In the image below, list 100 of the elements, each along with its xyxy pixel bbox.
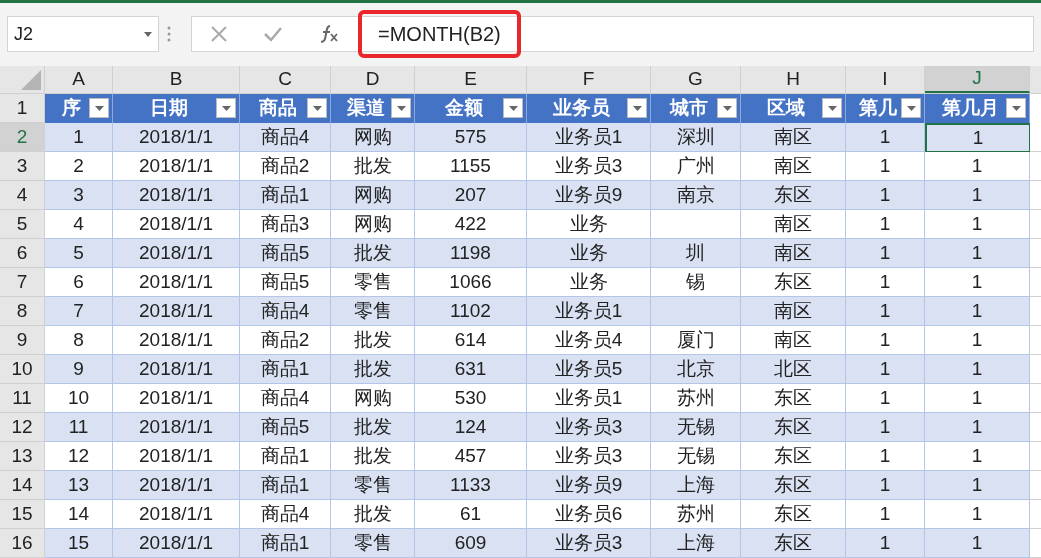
header-label: 区域 <box>767 96 806 121</box>
column-header[interactable]: C <box>240 66 331 93</box>
filter-button[interactable] <box>717 98 737 118</box>
column-header[interactable]: B <box>113 66 240 93</box>
table-cell: 1 <box>846 355 925 384</box>
row-header[interactable]: 16 <box>0 529 45 558</box>
table-cell: 10 <box>45 384 113 413</box>
table-cell: 1 <box>846 152 925 181</box>
table-cell: 124 <box>415 413 527 442</box>
table-cell: 1 <box>925 326 1030 355</box>
table-cell: 207 <box>415 181 527 210</box>
table-cell: 商品1 <box>240 529 331 558</box>
header-label: 渠道 <box>346 96 386 121</box>
row-header[interactable]: 2 <box>0 123 45 152</box>
check-icon[interactable] <box>263 26 283 43</box>
table-cell: 1 <box>45 123 113 152</box>
table-cell: 南区 <box>741 152 846 181</box>
table-cell: 8 <box>45 326 113 355</box>
column-header[interactable]: F <box>527 66 651 93</box>
table-cell: 609 <box>415 529 527 558</box>
table-cell: 深圳 <box>651 123 741 152</box>
table-cell: 南区 <box>741 210 846 239</box>
row-header[interactable]: 13 <box>0 442 45 471</box>
filter-button[interactable] <box>503 98 523 118</box>
row-header[interactable]: 7 <box>0 268 45 297</box>
table-cell: 61 <box>415 500 527 529</box>
filter-button[interactable] <box>307 98 327 118</box>
table-cell: 1066 <box>415 268 527 297</box>
name-box[interactable]: J2 <box>7 16 159 53</box>
table-cell: 东区 <box>741 442 846 471</box>
caret-icon <box>722 105 732 111</box>
header-label: 第几月 <box>941 96 1000 121</box>
table-cell: 614 <box>415 326 527 355</box>
table-cell: 厦门 <box>651 326 741 355</box>
table-cell: 1 <box>846 413 925 442</box>
table-cell: 2018/1/1 <box>113 152 240 181</box>
table-cell: 3 <box>45 181 113 210</box>
row-header[interactable]: 3 <box>0 152 45 181</box>
column-header[interactable]: J <box>925 66 1030 93</box>
filter-button[interactable] <box>391 98 411 118</box>
row-header[interactable]: 9 <box>0 326 45 355</box>
filter-button[interactable] <box>901 98 921 118</box>
header-label: 金额 <box>444 96 484 121</box>
row-header[interactable]: 8 <box>0 297 45 326</box>
column-header[interactable]: A <box>45 66 113 93</box>
table-cell: 业务 <box>527 268 651 297</box>
table-cell: 1 <box>846 326 925 355</box>
table-cell: 商品1 <box>240 181 331 210</box>
column-header[interactable]: D <box>331 66 415 93</box>
filter-button[interactable] <box>216 98 236 118</box>
table-cell: 批发 <box>331 413 415 442</box>
row-header[interactable]: 15 <box>0 500 45 529</box>
column-header[interactable]: G <box>651 66 741 93</box>
table-cell: 1 <box>846 500 925 529</box>
table-cell: 南区 <box>741 297 846 326</box>
table-cell: 1 <box>925 297 1030 326</box>
row-header[interactable]: 5 <box>0 210 45 239</box>
table-cell: 圳 <box>651 239 741 268</box>
table-cell: 2018/1/1 <box>113 210 240 239</box>
table-cell: 业务员4 <box>527 326 651 355</box>
table-cell: 商品1 <box>240 471 331 500</box>
filter-button[interactable] <box>822 98 842 118</box>
table-cell: 批发 <box>331 500 415 529</box>
filter-button[interactable] <box>89 98 109 118</box>
caret-icon <box>94 105 104 111</box>
table-cell: 商品3 <box>240 210 331 239</box>
caret-icon <box>632 105 642 111</box>
row-header[interactable]: 10 <box>0 355 45 384</box>
row-header[interactable]: 14 <box>0 471 45 500</box>
table-cell: 业务 <box>527 239 651 268</box>
table-cell: 东区 <box>741 529 846 558</box>
row-header[interactable]: 12 <box>0 413 45 442</box>
table-cell: 2018/1/1 <box>113 442 240 471</box>
table-cell: 业务员9 <box>527 181 651 210</box>
row-header[interactable]: 6 <box>0 239 45 268</box>
table-cell: 商品4 <box>240 123 331 152</box>
table-cell: 13 <box>45 471 113 500</box>
table-cell: 1 <box>925 384 1030 413</box>
table-cell: 1 <box>846 239 925 268</box>
formula-field[interactable]: =MONTH(B2) <box>358 10 521 59</box>
column-header[interactable]: E <box>415 66 527 93</box>
table-cell: 南区 <box>741 326 846 355</box>
table-cell: 广州 <box>651 152 741 181</box>
table-cell: 商品5 <box>240 268 331 297</box>
function-icon[interactable] <box>318 24 340 45</box>
table-cell: 商品5 <box>240 239 331 268</box>
column-header[interactable]: H <box>741 66 846 93</box>
table-cell: 9 <box>45 355 113 384</box>
row-header[interactable]: 11 <box>0 384 45 413</box>
filter-button[interactable] <box>627 98 647 118</box>
table-cell: 无锡 <box>651 413 741 442</box>
table-cell: 业务员3 <box>527 152 651 181</box>
filter-button[interactable] <box>1006 98 1026 118</box>
row-header[interactable]: 4 <box>0 181 45 210</box>
table-cell: 苏州 <box>651 384 741 413</box>
table-cell: 北区 <box>741 355 846 384</box>
table-cell: 业务员5 <box>527 355 651 384</box>
row-header[interactable]: 1 <box>0 94 45 123</box>
table-cell: 1102 <box>415 297 527 326</box>
table-cell: 1 <box>846 442 925 471</box>
